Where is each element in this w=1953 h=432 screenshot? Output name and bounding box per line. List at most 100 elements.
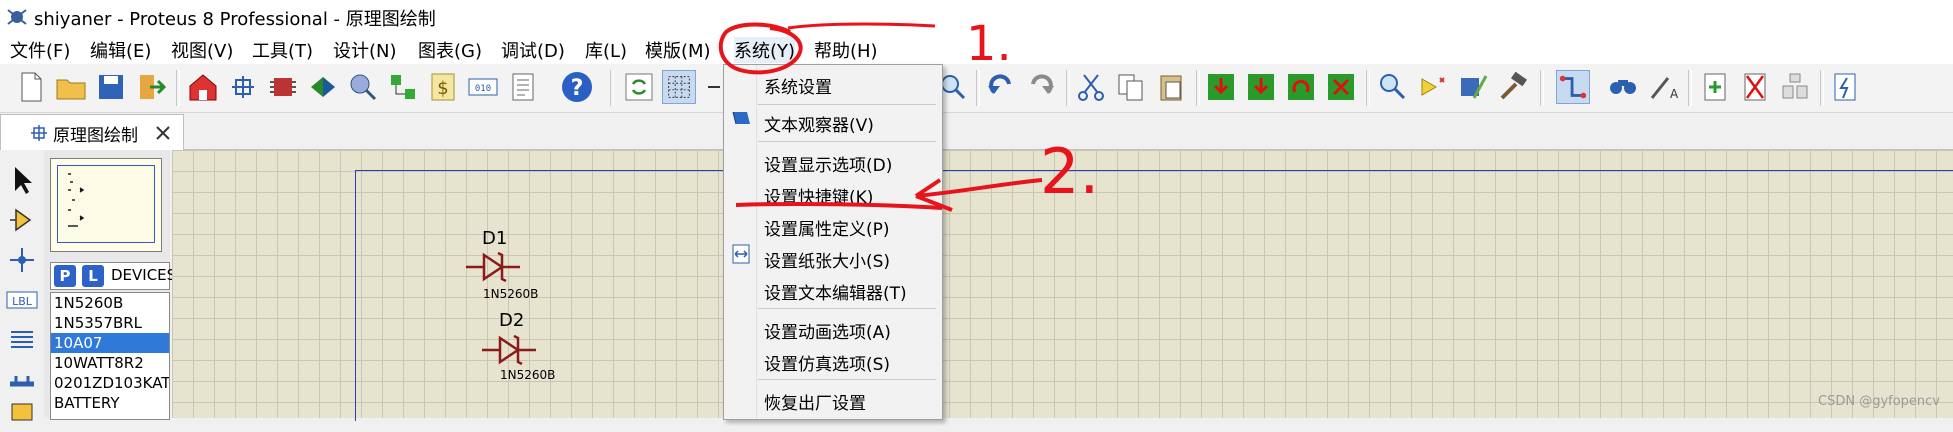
menu-view[interactable]: 视图(V) (171, 37, 233, 63)
list-item[interactable]: 0201ZD103KAT (51, 373, 169, 393)
tab-bar (0, 113, 1953, 150)
watermark: CSDN @gyfopencv (1818, 394, 1941, 409)
d2-value[interactable]: 1N5260B (500, 368, 555, 382)
block-rotate-icon[interactable] (1284, 70, 1318, 104)
menu-item-sheet-size[interactable]: 设置纸张大小(S) (764, 247, 890, 272)
menu-item-animation-options[interactable]: 设置动画选项(A) (764, 318, 891, 343)
list-item-selected[interactable]: 10A07 (51, 333, 169, 353)
remove-sheet-icon[interactable] (1738, 70, 1772, 104)
menu-item-keyboard-shortcuts[interactable]: 设置快捷键(K) (764, 183, 873, 208)
gerber-viewer-icon[interactable] (346, 70, 380, 104)
toolbar-separator (1366, 70, 1370, 106)
close-project-icon[interactable] (134, 70, 168, 104)
svg-text:?: ? (571, 76, 584, 101)
list-item[interactable]: 1N5260B (51, 293, 169, 313)
toolbar-separator (176, 70, 180, 106)
pcb-layout-icon[interactable] (266, 70, 300, 104)
list-item[interactable]: 1N5357BRL (51, 313, 169, 333)
pick-devices-button[interactable]: P (54, 265, 76, 287)
svg-text:LBL: LBL (12, 295, 33, 308)
make-device-icon[interactable] (1416, 70, 1450, 104)
pick-device-icon[interactable] (1376, 70, 1410, 104)
menu-item-simulation-options[interactable]: 设置仿真选项(S) (764, 350, 890, 375)
d1-reference[interactable]: D1 (482, 228, 507, 249)
block-copy-icon[interactable] (1204, 70, 1238, 104)
list-item[interactable]: BATTERY (51, 393, 169, 413)
zener-diode-d1[interactable] (466, 250, 520, 284)
menu-separator (758, 308, 936, 309)
bill-of-materials-icon[interactable]: $ (426, 70, 460, 104)
copy-icon[interactable] (1114, 70, 1148, 104)
system-menu-dropdown: 系统设置 文本观察器(V) 设置显示选项(D) 设置快捷键(K) 设置属性定义(… (723, 64, 943, 420)
list-item[interactable]: 10WATT8R2 (51, 353, 169, 373)
menu-template[interactable]: 模版(M) (645, 37, 711, 63)
paste-icon[interactable] (1154, 70, 1188, 104)
source-code-icon[interactable]: 010 (466, 70, 500, 104)
menu-graph[interactable]: 图表(G) (418, 37, 482, 63)
subcircuit-icon[interactable] (6, 400, 38, 432)
menu-separator (758, 141, 936, 142)
new-sheet-icon[interactable] (1698, 70, 1732, 104)
device-list[interactable]: 1N5260B 1N5357BRL 10A07 10WATT8R2 0201ZD… (50, 292, 170, 420)
new-file-icon[interactable] (14, 70, 48, 104)
toolbar-separator (1688, 70, 1692, 106)
packaging-tool-icon[interactable] (1456, 70, 1490, 104)
exit-to-parent-icon[interactable] (1778, 70, 1812, 104)
buses-icon[interactable] (6, 364, 38, 396)
search-tag-icon[interactable] (1606, 70, 1640, 104)
menu-item-restore-defaults[interactable]: 恢复出厂设置 (764, 389, 866, 414)
wire-autorouter-icon[interactable] (1556, 70, 1590, 104)
wire-label-icon[interactable]: LBL (6, 284, 38, 316)
menu-tools[interactable]: 工具(T) (252, 37, 313, 63)
mode-toolbar: LBL (0, 150, 45, 421)
text-script-icon[interactable] (6, 324, 38, 356)
menu-item-system-settings[interactable]: 系统设置 (764, 73, 832, 98)
d1-value[interactable]: 1N5260B (483, 287, 538, 301)
zener-diode-d2[interactable] (482, 333, 536, 367)
block-delete-icon[interactable] (1324, 70, 1358, 104)
menu-edit[interactable]: 编辑(E) (90, 37, 151, 63)
3d-viewer-icon[interactable] (306, 70, 340, 104)
menu-design[interactable]: 设计(N) (333, 37, 397, 63)
sheet-border (355, 170, 1953, 421)
menu-system[interactable]: 系统(Y) (734, 37, 796, 63)
close-tab-icon[interactable] (155, 125, 171, 141)
open-folder-icon[interactable] (54, 70, 88, 104)
menu-item-text-viewer[interactable]: 文本观察器(V) (764, 111, 874, 136)
schematic-icon[interactable] (226, 70, 260, 104)
library-manager-button[interactable]: L (82, 265, 104, 287)
zoom-area-icon[interactable] (938, 70, 972, 104)
menu-help[interactable]: 帮助(H) (814, 37, 878, 63)
menu-debug[interactable]: 调试(D) (501, 37, 565, 63)
toggle-grid-icon[interactable] (662, 70, 696, 104)
toolbar: $ 010 ? A (0, 64, 1953, 113)
proteus-app-icon[interactable] (6, 6, 28, 28)
selection-mode-icon[interactable] (6, 164, 38, 196)
notes-icon[interactable] (506, 70, 540, 104)
property-assignment-icon[interactable]: A (1646, 70, 1680, 104)
menu-item-display-options[interactable]: 设置显示选项(D) (764, 151, 892, 176)
block-move-icon[interactable] (1244, 70, 1278, 104)
refresh-icon[interactable] (622, 70, 656, 104)
junction-dot-icon[interactable] (6, 244, 38, 276)
d2-reference[interactable]: D2 (499, 310, 524, 331)
electrical-rule-check-icon[interactable] (1828, 70, 1862, 104)
redo-icon[interactable] (1024, 70, 1058, 104)
design-explorer-icon[interactable] (386, 70, 420, 104)
menu-item-text-editor[interactable]: 设置文本编辑器(T) (764, 279, 907, 304)
save-icon[interactable] (94, 70, 128, 104)
decompose-icon[interactable] (1496, 70, 1530, 104)
tab-schematic-capture[interactable]: 原理图绘制 (0, 114, 184, 150)
device-picker-bar: P L DEVICES (50, 262, 176, 290)
menu-file[interactable]: 文件(F) (10, 37, 70, 63)
help-icon[interactable]: ? (560, 70, 594, 104)
home-icon[interactable] (186, 70, 220, 104)
undo-icon[interactable] (984, 70, 1018, 104)
component-mode-icon[interactable] (6, 204, 38, 236)
menu-item-property-definitions[interactable]: 设置属性定义(P) (764, 215, 890, 240)
toolbar-separator (1066, 70, 1070, 106)
menu-library[interactable]: 库(L) (585, 37, 627, 63)
overview-window[interactable] (50, 158, 162, 252)
tab-label: 原理图绘制 (53, 126, 138, 146)
cut-icon[interactable] (1074, 70, 1108, 104)
